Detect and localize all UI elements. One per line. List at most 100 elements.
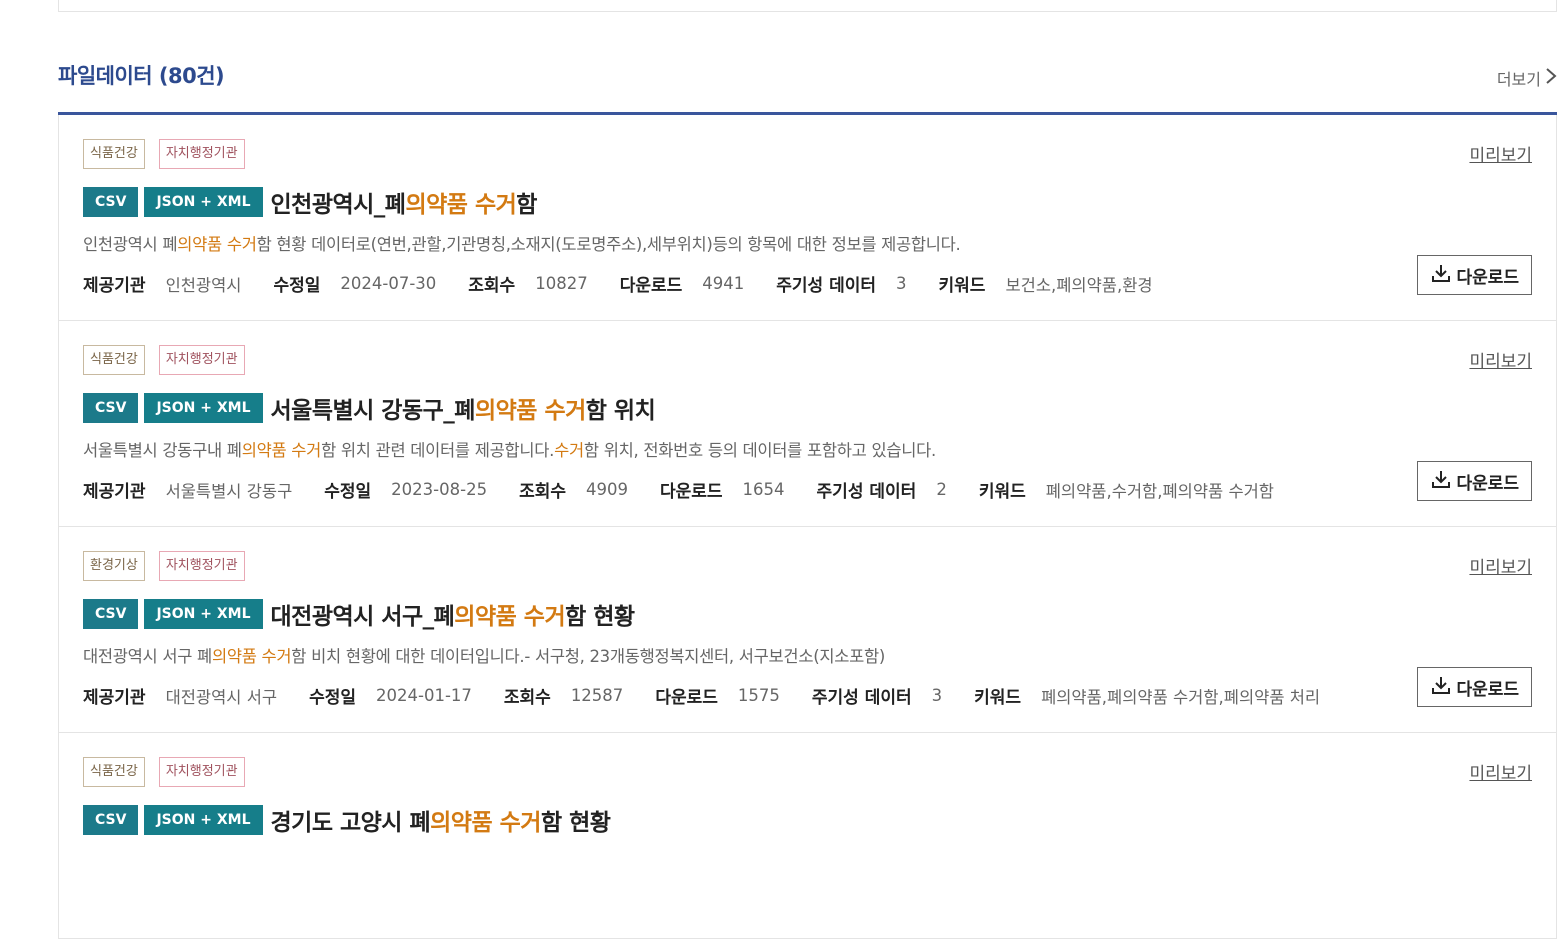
format-badge-json-xml: JSON + XML [144,187,263,217]
previous-section-box [58,0,1557,12]
dataset-meta: 제공기관 서울특별시 강동구 수정일 2023-08-25 조회수 4909 다… [83,477,1306,502]
category-tags: 식품건강 자치행정기관 [83,139,245,169]
dataset-item: 환경기상 자치행정기관 미리보기 CSV JSON + XML 대전광역시 서구… [58,527,1557,733]
desc-highlight: 의약품 수거 [211,647,292,666]
category-tag[interactable]: 식품건강 [83,139,145,169]
views-value: 12587 [570,686,624,705]
provider-value: 서울특별시 강동구 [165,481,293,501]
keywords-label: 키워드 [974,688,1022,708]
desc-highlight: 의약품 수거 [177,235,257,254]
downloads-value: 4941 [702,274,745,293]
desc-text: 인천광역시 폐 [83,235,178,254]
dataset-title[interactable]: 대전광역시 서구_폐의약품 수거함 현황 [270,597,636,631]
category-tags: 식품건강 자치행정기관 [83,757,245,787]
periodic-value: 3 [931,686,943,705]
format-badge-json-xml: JSON + XML [144,599,263,629]
org-type-tag[interactable]: 자치행정기관 [158,139,245,169]
downloads-label: 다운로드 [655,688,718,708]
preview-link[interactable]: 미리보기 [1469,347,1532,372]
org-type-tag[interactable]: 자치행정기관 [158,551,245,581]
category-tag[interactable]: 식품건강 [83,345,145,375]
keywords-label: 키워드 [978,482,1026,502]
title-text: 경기도 고양시 폐 [270,810,431,836]
dataset-meta: 제공기관 인천광역시 수정일 2024-07-30 조회수 10827 다운로드… [83,271,1185,296]
views-label: 조회수 [503,688,551,708]
periodic-value: 2 [936,480,947,499]
title-row[interactable]: CSV JSON + XML 서울특별시 강동구_폐의약품 수거함 위치 [83,391,656,425]
desc-highlight-2: 수거 [554,441,584,460]
dataset-item: 식품건강 자치행정기관 미리보기 CSV JSON + XML 경기도 고양시 … [58,733,1557,939]
provider-value: 대전광역시 서구 [165,687,278,707]
desc-text: 서울특별시 강동구내 폐 [83,441,242,460]
modified-value: 2024-07-30 [340,274,437,293]
modified-label: 수정일 [324,482,372,502]
periodic-label: 주기성 데이터 [816,482,917,502]
download-label: 다운로드 [1456,473,1519,494]
desc-text-end: 함 위치, 전화번호 등의 데이터를 포함하고 있습니다. [583,441,936,460]
format-badge-csv: CSV [83,187,139,217]
dataset-item: 식품건강 자치행정기관 미리보기 CSV JSON + XML 서울특별시 강동… [58,321,1557,527]
periodic-value: 3 [896,274,907,293]
dataset-description: 인천광역시 폐의약품 수거함 현황 데이터로(연번,관할,기관명칭,소재지(도로… [83,231,961,255]
dataset-title[interactable]: 인천광역시_폐의약품 수거함 [270,185,538,219]
org-type-tag[interactable]: 자치행정기관 [158,345,245,375]
views-value: 10827 [535,274,588,293]
title-highlight: 의약품 수거 [430,810,541,836]
title-highlight: 의약품 수거 [474,398,586,424]
provider-value: 인천광역시 [165,275,242,295]
format-badge-json-xml: JSON + XML [144,805,263,835]
title-highlight: 의약품 수거 [405,192,517,218]
views-value: 4909 [585,480,628,499]
title-row[interactable]: CSV JSON + XML 경기도 고양시 폐의약품 수거함 현황 [83,803,611,837]
title-text-end: 함 현황 [540,810,611,836]
modified-value: 2024-01-17 [376,686,472,705]
title-row[interactable]: CSV JSON + XML 인천광역시_폐의약품 수거함 [83,185,537,219]
desc-text-end: 함 현황 데이터로(연번,관할,기관명칭,소재지(도로명주소),세부위치)등의 … [256,235,961,254]
desc-text-mid: 함 위치 관련 데이터를 제공합니다. [321,441,555,460]
download-button[interactable]: 다운로드 [1417,255,1532,295]
category-tags: 환경기상 자치행정기관 [83,551,245,581]
desc-text-end: 함 비치 현황에 대한 데이터입니다.- 서구청, 23개동행정복지센터, 서구… [291,647,885,666]
category-tags: 식품건강 자치행정기관 [83,345,245,375]
dataset-title[interactable]: 서울특별시 강동구_폐의약품 수거함 위치 [271,391,656,425]
org-type-tag[interactable]: 자치행정기관 [158,757,245,787]
category-tag[interactable]: 환경기상 [83,551,145,581]
download-button[interactable]: 다운로드 [1417,667,1532,707]
format-badge-csv: CSV [83,805,139,835]
title-text: 서울특별시 강동구_폐 [270,398,476,424]
more-link[interactable]: 더보기 [1497,66,1557,90]
modified-label: 수정일 [309,688,356,708]
chevron-right-icon [1545,67,1557,89]
provider-label: 제공기관 [83,276,146,296]
periodic-label: 주기성 데이터 [776,276,877,296]
title-text: 대전광역시 서구_폐 [270,604,455,630]
download-label: 다운로드 [1456,679,1519,700]
downloads-value: 1575 [737,686,780,705]
section-title: 파일데이터 (80건) [58,64,225,88]
category-tag[interactable]: 식품건강 [83,757,145,787]
provider-label: 제공기관 [83,482,146,502]
format-badge-json-xml: JSON + XML [144,393,263,423]
preview-link[interactable]: 미리보기 [1469,553,1532,578]
title-text-end: 함 [516,192,537,218]
title-text: 인천광역시_폐 [270,192,406,218]
title-row[interactable]: CSV JSON + XML 대전광역시 서구_폐의약품 수거함 현황 [83,597,635,631]
desc-highlight: 의약품 수거 [241,441,322,460]
keywords-value: 폐의약품,폐의약품 수거함,폐의약품 처리 [1041,687,1321,707]
format-badge-csv: CSV [83,599,139,629]
title-text-end: 함 위치 [585,398,656,424]
dataset-title[interactable]: 경기도 고양시 폐의약품 수거함 현황 [271,803,611,837]
format-badge-csv: CSV [83,393,139,423]
download-button[interactable]: 다운로드 [1417,461,1532,501]
downloads-label: 다운로드 [619,276,683,296]
downloads-label: 다운로드 [659,482,723,502]
downloads-value: 1654 [742,480,785,499]
keywords-value: 폐의약품,수거함,폐의약품 수거함 [1045,481,1274,501]
dataset-meta: 제공기관 대전광역시 서구 수정일 2024-01-17 조회수 12587 다… [83,683,1352,708]
preview-link[interactable]: 미리보기 [1469,141,1532,166]
desc-text: 대전광역시 서구 폐 [83,647,212,666]
preview-link[interactable]: 미리보기 [1469,759,1532,784]
dataset-description: 대전광역시 서구 폐의약품 수거함 비치 현황에 대한 데이터입니다.- 서구청… [83,643,885,667]
download-icon [1430,262,1452,289]
download-label: 다운로드 [1456,267,1519,288]
